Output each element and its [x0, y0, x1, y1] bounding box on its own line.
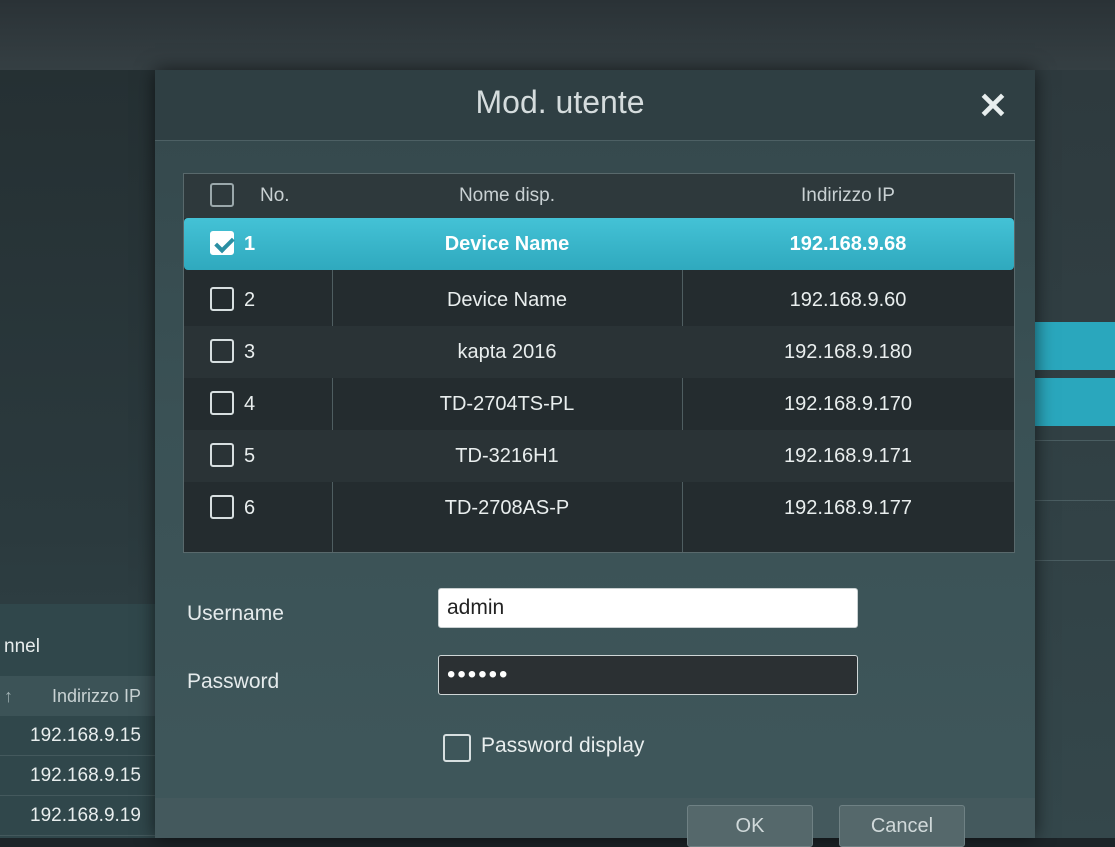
- row-ip-address: 192.168.9.170: [784, 393, 912, 415]
- row-device-name: TD-2708AS-P: [444, 497, 570, 519]
- table-row[interactable]: 6 TD-2708AS-P 192.168.9.177: [184, 482, 1014, 534]
- row-no-cell: 2: [184, 274, 332, 326]
- password-display-checkbox[interactable]: [443, 734, 471, 762]
- close-icon[interactable]: ✕: [973, 86, 1013, 126]
- password-field[interactable]: ••••••: [438, 655, 858, 695]
- dialog-title-bar: Mod. utente ✕: [155, 70, 1035, 141]
- table-row[interactable]: 4 TD-2704TS-PL 192.168.9.170: [184, 378, 1014, 430]
- password-label: Password: [187, 670, 280, 693]
- header-no-label: No.: [260, 185, 290, 206]
- row-checkbox[interactable]: [210, 443, 234, 467]
- sort-arrow-icon: ↑: [4, 686, 13, 706]
- background-channel-label: nnel: [4, 636, 40, 657]
- row-number: 4: [244, 393, 256, 415]
- background-selected-row: [1035, 322, 1115, 370]
- row-ip-address: 192.168.9.68: [789, 233, 907, 255]
- table-row[interactable]: 2 Device Name 192.168.9.60: [184, 274, 1014, 326]
- table-row[interactable]: 5 TD-3216H1 192.168.9.171: [184, 430, 1014, 482]
- row-checkbox[interactable]: [210, 287, 234, 311]
- row-checkbox[interactable]: [210, 495, 234, 519]
- cancel-button[interactable]: Cancel: [839, 805, 965, 847]
- dialog-title: Mod. utente: [475, 84, 645, 120]
- row-device-name: TD-3216H1: [455, 445, 559, 467]
- header-device-name: Nome disp.: [458, 185, 556, 206]
- row-no-cell: 5: [184, 430, 332, 482]
- background-row-divider: [1035, 500, 1115, 501]
- row-checkbox[interactable]: [210, 231, 234, 255]
- background-ip-row[interactable]: 192.168.9.15: [0, 756, 160, 796]
- row-number: 2: [244, 289, 256, 311]
- background-header: [0, 0, 1115, 70]
- background-ip-row[interactable]: 192.168.9.19: [0, 796, 160, 836]
- row-number: 6: [244, 497, 256, 519]
- table-row[interactable]: 3 kapta 2016 192.168.9.180: [184, 326, 1014, 378]
- row-no-cell: 3: [184, 326, 332, 378]
- username-label: Username: [187, 602, 284, 625]
- table-header: No. Nome disp. Indirizzo IP: [184, 174, 1014, 218]
- modify-user-dialog: Mod. utente ✕ No. Nome disp. Indirizzo I…: [155, 70, 1035, 847]
- password-display-label: Password display: [481, 734, 645, 757]
- select-all-checkbox[interactable]: [210, 183, 234, 207]
- row-no-cell: 6: [184, 482, 332, 534]
- background-ip-header-label: Indirizzo IP: [52, 686, 142, 706]
- row-ip-address: 192.168.9.180: [784, 341, 912, 363]
- background-ip-column-header[interactable]: ↑ Indirizzo IP: [0, 676, 160, 716]
- background-selected-row: [1035, 378, 1115, 426]
- row-checkbox[interactable]: [210, 391, 234, 415]
- header-ip-address: Indirizzo IP: [801, 185, 895, 206]
- row-device-name: TD-2704TS-PL: [439, 393, 575, 415]
- row-ip-address: 192.168.9.177: [784, 497, 912, 519]
- row-no-cell: 1: [184, 218, 332, 270]
- header-no: No.: [184, 174, 332, 218]
- background-row-divider: [1035, 560, 1115, 561]
- row-number: 3: [244, 341, 256, 363]
- ok-button[interactable]: OK: [687, 805, 813, 847]
- username-field[interactable]: [438, 588, 858, 628]
- row-ip-address: 192.168.9.171: [784, 445, 912, 467]
- device-table: No. Nome disp. Indirizzo IP 1 Device Nam…: [183, 173, 1015, 553]
- table-row[interactable]: 1 Device Name 192.168.9.68: [184, 218, 1014, 270]
- background-right-pane: [1035, 70, 1115, 838]
- row-number: 5: [244, 445, 256, 467]
- background-row-divider: [1035, 440, 1115, 441]
- row-number: 1: [244, 233, 256, 255]
- row-ip-address: 192.168.9.60: [789, 289, 907, 311]
- row-device-name: Device Name: [446, 289, 568, 311]
- row-no-cell: 4: [184, 378, 332, 430]
- background-ip-row[interactable]: 192.168.9.15: [0, 716, 160, 756]
- row-device-name: kapta 2016: [457, 341, 557, 363]
- row-device-name: Device Name: [444, 233, 570, 255]
- row-checkbox[interactable]: [210, 339, 234, 363]
